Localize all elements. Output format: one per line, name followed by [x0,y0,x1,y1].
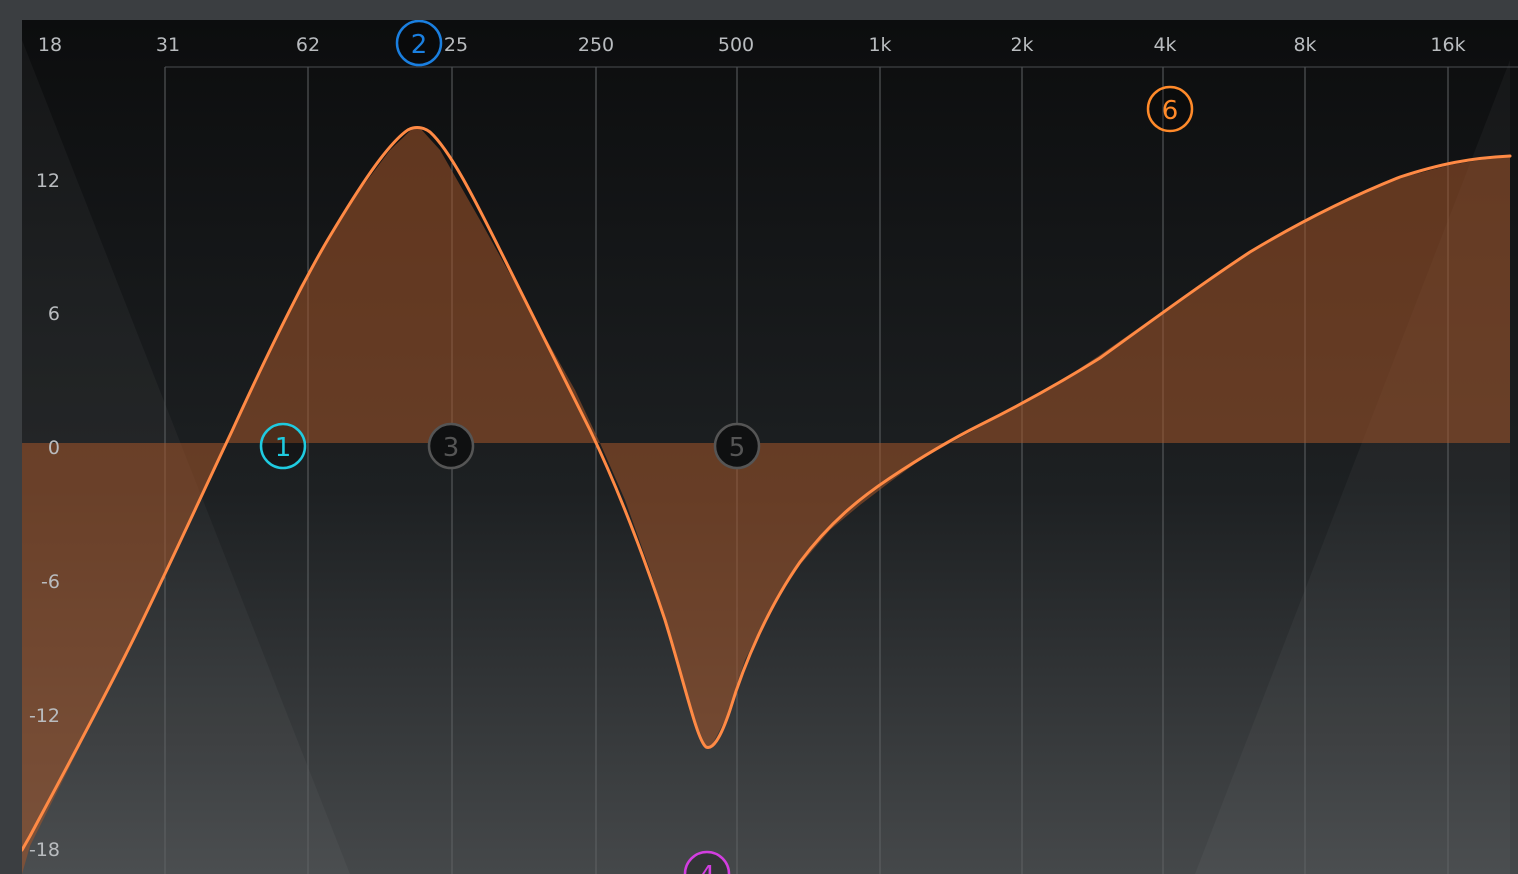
gain-label: -12 [29,705,60,727]
freq-label: 500 [718,34,754,56]
eq-band-node-2[interactable]: 2 [395,20,443,67]
eq-band-node-6[interactable]: 6 [1146,85,1194,133]
gain-label: 12 [36,170,60,192]
eq-display[interactable]: 123456 183162252505001k2k4k8k16k 1260-6-… [0,0,1518,874]
freq-label: 8k [1293,34,1316,56]
eq-window: 123456 183162252505001k2k4k8k16k 1260-6-… [0,0,1518,874]
freq-label: 1k [868,34,891,56]
eq-band-number: 2 [411,30,428,60]
freq-label: 4k [1153,34,1176,56]
freq-label: 62 [296,34,320,56]
gain-label: -6 [41,571,60,593]
eq-band-number: 5 [729,433,746,463]
eq-band-number: 3 [443,433,460,463]
eq-band-number: 4 [699,861,716,874]
freq-label: 16k [1430,34,1465,56]
eq-band-node-1[interactable]: 1 [259,422,307,470]
eq-band-number: 1 [275,433,292,463]
gain-label: 6 [48,303,60,325]
freq-label: 31 [156,34,180,56]
eq-band-number: 6 [1162,96,1179,126]
eq-band-node-5[interactable]: 5 [713,422,761,470]
freq-label: 18 [38,34,62,56]
gain-label: 0 [48,437,60,459]
gain-label: -18 [29,839,60,861]
freq-label: 25 [444,34,468,56]
freq-label: 250 [578,34,614,56]
eq-band-node-3[interactable]: 3 [427,422,475,470]
freq-label: 2k [1010,34,1033,56]
